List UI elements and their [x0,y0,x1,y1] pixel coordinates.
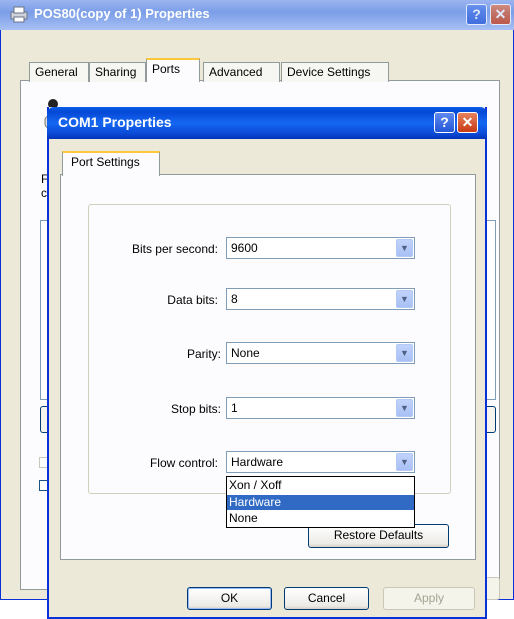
tab-ports[interactable]: Ports [146,58,200,82]
flow-control-value: Hardware [231,455,284,469]
bits-per-second-value: 9600 [231,241,258,255]
com1-title: COM1 Properties [58,114,172,130]
option-hardware[interactable]: Hardware [227,495,414,510]
tab-port-settings[interactable]: Port Settings [62,151,160,176]
close-icon: ✕ [461,114,474,130]
help-icon: ? [440,114,449,130]
flow-control-dropdown-list: Xon / Xoff Hardware None [226,476,415,528]
option-none[interactable]: None [227,511,414,526]
bits-per-second-select[interactable]: 9600 ▼ [226,237,415,259]
printer-icon [9,5,29,23]
apply-label: Apply [413,591,445,605]
tab-label: Ports [152,62,181,76]
tab-sharing[interactable]: Sharing [89,62,146,82]
bits-per-second-label: Bits per second: [131,242,218,256]
data-bits-select[interactable]: 8 ▼ [226,288,415,310]
stop-bits-label: Stop bits: [170,402,221,416]
chevron-down-icon[interactable]: ▼ [396,453,413,471]
tab-general[interactable]: General [29,62,89,82]
apply-button[interactable]: Apply [383,587,475,610]
tab-label: General [35,65,78,79]
chevron-down-icon[interactable]: ▼ [396,239,413,257]
tab-label: Sharing [95,65,137,79]
tab-label: Advanced [209,65,263,79]
chevron-down-icon[interactable]: ▼ [396,290,413,308]
ok-button[interactable]: OK [187,587,272,610]
option-xon-xoff[interactable]: Xon / Xoff [227,478,414,493]
data-bits-label: Data bits: [167,293,218,307]
help-button-back[interactable]: ? [466,4,487,25]
data-bits-value: 8 [231,292,238,306]
flow-control-label: Flow control: [149,456,218,470]
stop-bits-select[interactable]: 1 ▼ [226,397,415,419]
parity-value: None [231,346,260,360]
tab-label: Port Settings [71,155,140,169]
tab-device-settings[interactable]: Device Settings [281,62,389,82]
parity-select[interactable]: None ▼ [226,342,415,364]
close-button[interactable]: ✕ [457,112,478,133]
chevron-down-icon[interactable]: ▼ [396,399,413,417]
help-icon: ? [472,6,481,22]
tab-advanced[interactable]: Advanced [203,62,280,82]
cancel-button[interactable]: Cancel [284,587,369,610]
stop-bits-value: 1 [231,401,238,415]
restore-defaults-label: Restore Defaults [333,528,424,542]
close-icon: ✕ [494,6,507,22]
printer-properties-title: POS80(copy of 1) Properties [34,6,210,21]
chevron-down-icon[interactable]: ▼ [396,344,413,362]
cancel-label: Cancel [307,591,346,605]
help-button[interactable]: ? [434,112,455,133]
flow-control-select[interactable]: Hardware ▼ [226,451,415,473]
tab-label: Device Settings [287,65,371,79]
parity-label: Parity: [186,347,221,361]
ok-label: OK [220,591,239,605]
close-button-back[interactable]: ✕ [490,4,511,25]
